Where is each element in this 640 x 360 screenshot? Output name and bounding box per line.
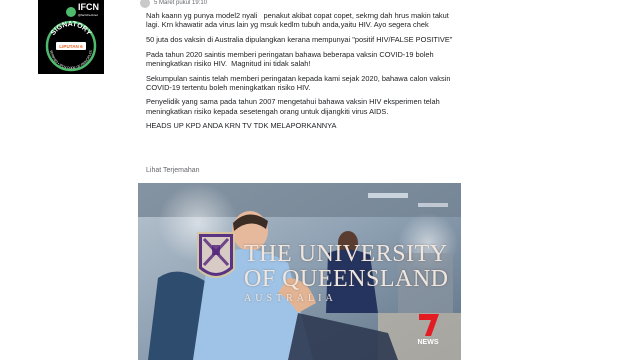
overlay-university-line3: AUSTRALIA <box>244 293 337 304</box>
ifcn-logo-mark <box>66 7 76 17</box>
post-timestamp[interactable]: 5 Maret pukul 19:10 <box>154 0 207 6</box>
post-paragraph: Penyelidik yang sama pada tahun 2007 men… <box>146 97 442 116</box>
overlay-university-line1: THE UNIVERSITY <box>244 241 448 267</box>
post-paragraph: 50 juta dos vaksin di Australia dipulang… <box>146 34 453 44</box>
university-crest <box>197 232 235 278</box>
ifcn-signatory-badge: IFCN @factchecknet SIGNATORY VERIFIED • … <box>38 0 104 74</box>
post-body: Nah kaann yg punya model2 nyali penakut … <box>146 11 464 136</box>
ifcn-brand-sub: @factchecknet <box>78 13 98 17</box>
see-translation-link[interactable]: Lihat Terjemahan <box>146 167 200 174</box>
post-header: 5 Maret pukul 19:10 <box>140 0 207 10</box>
post-video[interactable]: THE UNIVERSITY OF QUEENSLAND AUSTRALIA 7… <box>138 183 461 360</box>
seven-news-icon: 7 <box>417 314 439 336</box>
ifcn-brand-text: IFCN <box>78 2 99 12</box>
post-paragraph: Nah kaann yg punya model2 nyali penakut … <box>146 11 451 30</box>
partner-logo-text: LIPUTAN 6 <box>59 44 83 49</box>
screenshot-page: IFCN @factchecknet SIGNATORY VERIFIED • … <box>0 0 640 360</box>
post-paragraph: Sekumpulan saintis telah memberi peringa… <box>146 73 453 92</box>
seven-news-logo: 7 NEWS <box>411 312 445 346</box>
svg-text:7: 7 <box>417 331 418 333</box>
ifcn-badge-graphic: IFCN @factchecknet SIGNATORY VERIFIED • … <box>45 2 99 72</box>
avatar[interactable] <box>140 0 150 8</box>
news-label: NEWS <box>417 339 439 346</box>
post-paragraph: Pada tahun 2020 saintis memberi peringat… <box>146 49 436 68</box>
post-paragraph: HEADS UP KPD ANDA KRN TV TDK MELAPORKANN… <box>146 121 337 131</box>
facebook-post: 5 Maret pukul 19:10 Nah kaann yg punya m… <box>134 0 470 360</box>
overlay-university-line2: OF QUEENSLAND <box>244 266 449 292</box>
